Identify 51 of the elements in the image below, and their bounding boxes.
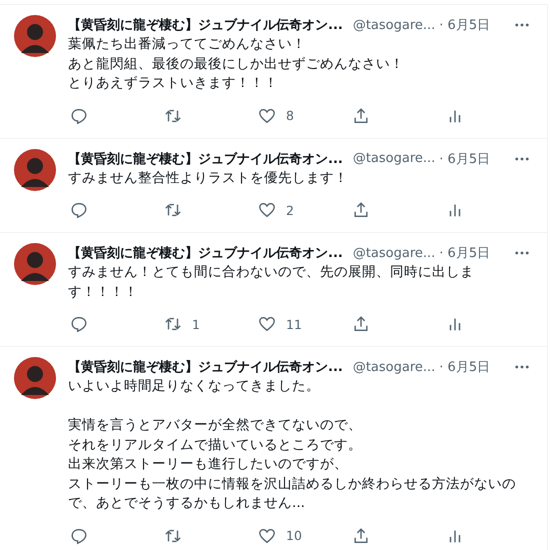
share-icon[interactable] (352, 526, 370, 544)
more-icon[interactable] (515, 251, 529, 255)
like-count: 2 (286, 202, 294, 218)
retweet-count: 1 (192, 316, 200, 332)
like-count: 11 (286, 316, 302, 332)
author-handle[interactable]: @tasogare... (352, 360, 436, 374)
like-count: 8 (286, 108, 294, 123)
tweet-text-line: 実情を言うとアバターが全然できてないので、 (68, 416, 362, 435)
retweet-icon[interactable] (164, 315, 182, 333)
retweet-icon[interactable] (164, 201, 182, 219)
avatar-icon[interactable] (14, 243, 56, 285)
tweet-text-line: いよいよ時間足りなくなってきました。 (68, 377, 320, 396)
author-handle[interactable]: @tasogare... (352, 151, 436, 166)
author-name[interactable]: 【黄昏刻に龍ぞ棲む】ジュブナイル伝奇オン... (68, 16, 343, 34)
tweet-text-line: それをリアルタイムで描いているところです。 (68, 436, 362, 454)
tweet-date[interactable]: · 6月5日 (439, 150, 490, 168)
author-name[interactable]: 【黄昏刻に龍ぞ棲む】ジュブナイル伝奇オン... (68, 358, 343, 376)
reply-icon[interactable] (70, 201, 88, 219)
like-icon[interactable] (258, 201, 276, 219)
author-handle[interactable]: @tasogare... (352, 18, 436, 32)
more-icon[interactable] (515, 156, 529, 160)
tweet-text-line: 葉佩たち出番減っててごめんなさい！ (68, 35, 306, 54)
like-icon[interactable] (258, 315, 276, 333)
author-handle[interactable]: @tasogare... (352, 246, 436, 260)
tweet-text-line: あと龍閃組、最後の最後にしか出せずごめんなさい！ (68, 54, 404, 74)
tweet-date[interactable]: · 6月5日 (439, 358, 490, 376)
tweet-text-line: す！！！！ (68, 282, 138, 302)
like-count: 10 (286, 528, 302, 543)
avatar-icon[interactable] (14, 148, 56, 190)
reply-icon[interactable] (70, 106, 88, 124)
like-icon[interactable] (258, 526, 276, 544)
tweet-text-line: とりあえずラストいきます！！！ (68, 74, 278, 93)
reply-icon[interactable] (70, 526, 88, 544)
share-icon[interactable] (352, 315, 370, 333)
more-icon[interactable] (515, 365, 529, 369)
avatar-icon[interactable] (14, 357, 56, 399)
share-icon[interactable] (352, 201, 370, 219)
share-icon[interactable] (352, 106, 370, 124)
tweet-date[interactable]: · 6月5日 (439, 244, 490, 262)
author-name[interactable]: 【黄昏刻に龍ぞ棲む】ジュブナイル伝奇オン... (68, 150, 343, 168)
more-icon[interactable] (515, 23, 529, 27)
tweet-date[interactable]: · 6月5日 (439, 16, 490, 34)
tweet-text-line: ストーリーも一枚の中に情報を沢山詰めるしか終わらせる方法がないの (68, 474, 516, 494)
tweet-text-line: すみません整合性よりラストを優先します！ (68, 168, 348, 188)
like-icon[interactable] (258, 106, 276, 124)
reply-icon[interactable] (70, 315, 88, 333)
avatar-icon[interactable] (14, 15, 56, 57)
author-name[interactable]: 【黄昏刻に龍ぞ棲む】ジュブナイル伝奇オン... (68, 244, 343, 262)
tweet-text-line: で、あとでそうするかもしれません... (68, 494, 305, 513)
tweet-text-line: 出来次第ストーリーも進行したいのですが、 (68, 455, 348, 474)
tweet-text-line: すみません！とても間に合わないので、先の展開、同時に出しま (68, 263, 474, 282)
